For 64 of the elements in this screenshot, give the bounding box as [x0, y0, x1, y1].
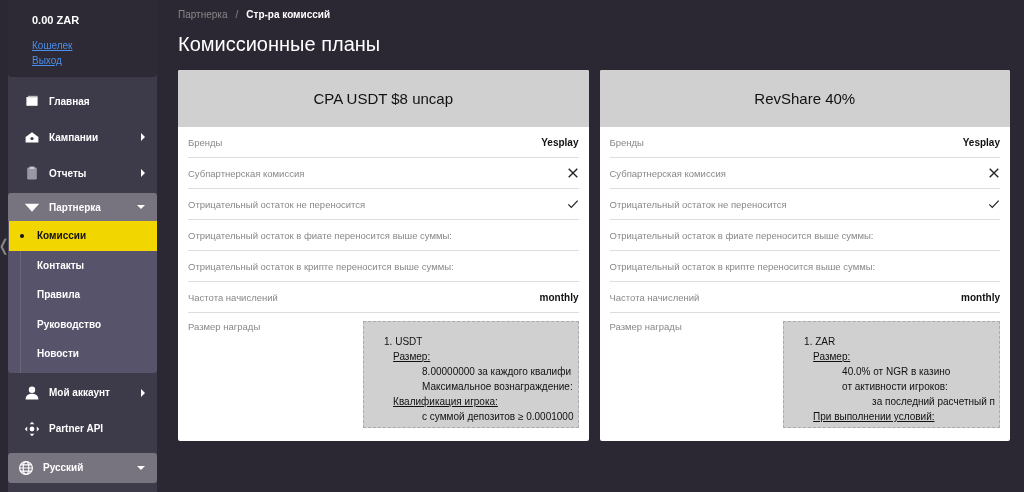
card-icon [24, 93, 40, 109]
caret-icon [137, 465, 145, 470]
row-value: Yesplay [541, 136, 579, 148]
move-arrows-icon [24, 420, 40, 437]
row-label: Размер награды [188, 321, 261, 334]
row-label: Частота начислений [609, 291, 700, 303]
submenu-item[interactable]: Правила [9, 280, 157, 310]
breadcrumb-separator: / [235, 9, 239, 20]
reward-heading: Размер: [812, 350, 852, 364]
wallet-link[interactable]: Кошелек [32, 38, 145, 53]
row-label: Отрицательный остаток в крипте переносится выше суммы: [609, 260, 876, 272]
row-label: Отрицательный остаток в крипте переносится выше суммы: [188, 260, 454, 272]
submenu-item[interactable]: Комиссии [9, 221, 157, 251]
reward-detail: с суммой депозитов ≥ 0.0001000 [421, 410, 574, 424]
reward-detail: за последний расчетный п [871, 395, 995, 409]
breadcrumb-item: Стр-ра комиссий [246, 9, 331, 20]
bullet-icon [20, 233, 24, 238]
reward-heading: Квалификация игрока: [392, 395, 499, 409]
caret-icon [141, 133, 145, 141]
menu-item[interactable]: Главная [8, 83, 157, 119]
menu-item[interactable]: Отчеты [8, 155, 157, 191]
reward-heading: При выполнении условий: [812, 410, 936, 424]
breadcrumb-item[interactable]: Партнерка [178, 9, 228, 20]
plan-title: RevShare 40% [599, 70, 1010, 127]
row-label: Отрицательный остаток не переносится [609, 198, 787, 210]
reward-detail: 8.00000000 за каждого квалифи [421, 365, 572, 379]
page-title: Комиссионные планы [178, 33, 382, 56]
balance-currency: ZAR [56, 14, 80, 26]
reward-heading: Размер: [392, 350, 432, 364]
person-icon [24, 384, 40, 401]
row-label: Бренды [188, 136, 223, 148]
submenu-item[interactable]: Контакты [9, 250, 157, 280]
row-value: Yesplay [962, 136, 1000, 148]
reward-detail: 40.0% от NGR в казино [841, 365, 952, 379]
row-label: Частота начислений [188, 291, 278, 303]
row-label: Размер награды [609, 321, 682, 334]
row-label: Отрицательный остаток не переносится [188, 198, 366, 210]
submenu-item[interactable]: Руководство [9, 309, 157, 339]
clipboard-icon [24, 165, 40, 181]
row-value: monthly [961, 291, 1000, 303]
language-select[interactable]: Русский [8, 452, 157, 483]
row-label: Субпартнерская комиссия [609, 167, 726, 179]
row-label: Субпартнерская комиссия [188, 167, 305, 179]
plan-title: CPA USDT $8 uncap [178, 70, 589, 127]
balance-amount: 0.00 [32, 14, 54, 26]
row-label: Отрицательный остаток в фиате переносится выше суммы: [609, 229, 874, 241]
reward-currency: 1. USDT [384, 335, 424, 349]
collapse-handle[interactable]: ❬ [0, 236, 10, 255]
reward-currency: 1. ZAR [804, 335, 837, 349]
menu-item[interactable]: Partner API [8, 410, 157, 447]
menu-group-header[interactable]: Партнерка [8, 193, 157, 221]
submenu-item[interactable]: Новости [9, 339, 157, 369]
caret-icon [141, 388, 145, 397]
row-label: Бренды [609, 136, 644, 148]
row-value: monthly [539, 291, 579, 303]
row-label: Отрицательный остаток в фиате переносится выше суммы: [188, 229, 452, 241]
caret-icon [141, 169, 145, 177]
menu-item[interactable]: Кампании [8, 119, 157, 155]
reward-detail: Максимальное вознаграждение: [421, 380, 574, 394]
wallet-link[interactable]: Выход [32, 53, 145, 68]
caret-icon [137, 205, 145, 209]
reward-detail: от активности игроков: [841, 380, 949, 394]
globe-icon [18, 459, 34, 476]
menu-item[interactable]: Мой аккаунт [8, 374, 157, 411]
